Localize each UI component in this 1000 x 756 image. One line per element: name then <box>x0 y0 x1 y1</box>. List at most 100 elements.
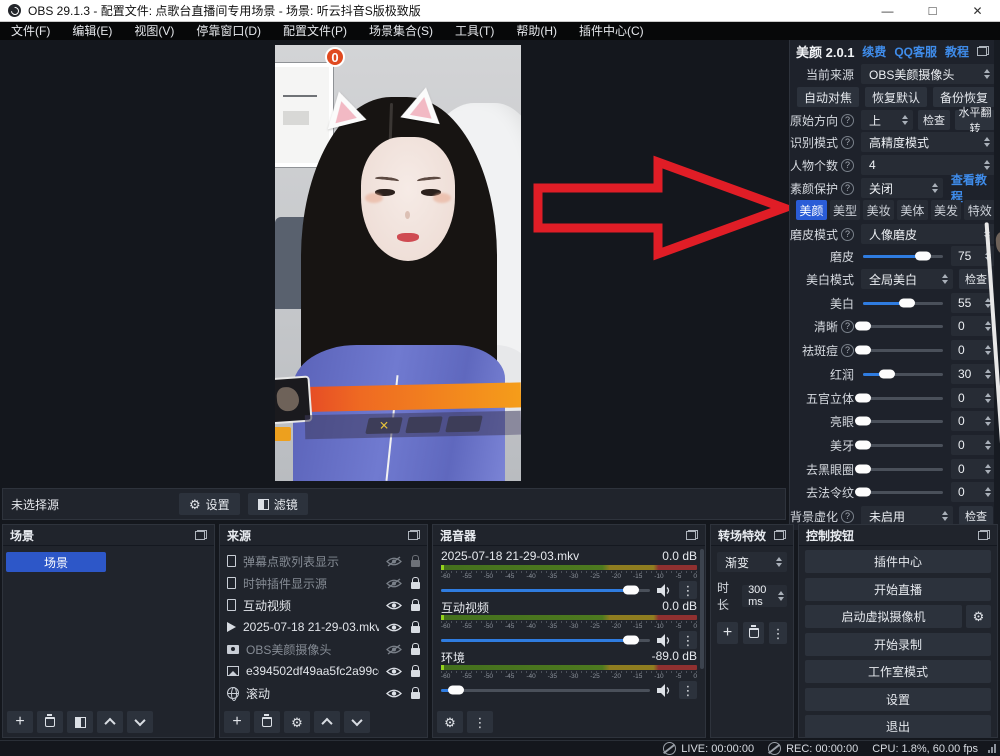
restore-defaults-button[interactable]: 恢复默认 <box>865 87 927 107</box>
menu-docks[interactable]: 停靠窗口(D) <box>185 22 272 40</box>
mixer-options-button[interactable]: ⋮ <box>467 711 493 733</box>
menu-help[interactable]: 帮助(H) <box>505 22 568 40</box>
eye-hidden-icon[interactable] <box>386 578 402 589</box>
autofocus-button[interactable]: 自动对焦 <box>797 87 859 107</box>
studio-mode-button[interactable]: 工作室模式 <box>805 660 991 683</box>
channel-options-button[interactable]: ⋮ <box>679 631 697 649</box>
source-properties-button[interactable]: ⚙ 设置 <box>179 493 240 515</box>
qq-support-link[interactable]: QQ客服 <box>894 43 937 60</box>
source-row[interactable]: 互动视频 <box>220 594 427 616</box>
popout-icon[interactable] <box>195 530 207 540</box>
add-transition-button[interactable]: + <box>717 622 738 644</box>
settings-button[interactable]: 设置 <box>805 688 991 711</box>
exit-button[interactable]: 退出 <box>805 715 991 738</box>
beauty-scrollbar[interactable] <box>994 40 1000 530</box>
clarity-spinbox[interactable]: 0 <box>951 316 995 336</box>
menu-file[interactable]: 文件(F) <box>0 22 61 40</box>
orientation-select[interactable]: 上 <box>861 110 913 130</box>
help-icon[interactable]: ? <box>841 136 854 149</box>
popout-icon[interactable] <box>977 46 989 56</box>
help-icon[interactable]: ? <box>841 510 854 523</box>
duration-spinner[interactable]: 300 ms <box>742 585 787 607</box>
scene-move-up-button[interactable] <box>97 711 123 733</box>
popout-icon[interactable] <box>408 530 420 540</box>
speaker-icon[interactable] <box>657 634 672 647</box>
transition-select[interactable]: 渐变 <box>717 552 787 572</box>
source-move-up-button[interactable] <box>314 711 340 733</box>
volume-slider[interactable] <box>441 689 650 692</box>
help-icon[interactable]: ? <box>841 114 854 127</box>
blemish-slider[interactable] <box>863 349 943 352</box>
source-row[interactable]: 2025-07-18 21-29-03.mkv <box>220 616 427 638</box>
start-virtual-camera-button[interactable]: 启动虚拟摄像机 <box>805 605 962 628</box>
help-icon[interactable]: ? <box>841 344 854 357</box>
rosy-spinbox[interactable]: 30 <box>951 364 995 384</box>
lock-icon[interactable] <box>411 626 420 633</box>
smooth-slider[interactable] <box>863 255 943 258</box>
plugin-center-button[interactable]: 插件中心 <box>805 550 991 573</box>
lock-icon[interactable] <box>411 604 420 611</box>
tab-body[interactable]: 美体 <box>897 200 928 220</box>
teeth-spinbox[interactable]: 0 <box>951 435 995 455</box>
help-icon[interactable]: ? <box>841 320 854 333</box>
tab-makeup[interactable]: 美妆 <box>863 200 894 220</box>
menu-plugin-center[interactable]: 插件中心(C) <box>568 22 655 40</box>
dark-circles-slider[interactable] <box>863 468 943 471</box>
menu-view[interactable]: 视图(V) <box>123 22 185 40</box>
eye-visible-icon[interactable] <box>386 688 402 699</box>
bright-eyes-slider[interactable] <box>863 420 943 423</box>
transition-options-button[interactable]: ⋮ <box>769 622 787 644</box>
smile-lines-slider[interactable] <box>863 491 943 494</box>
preview-video[interactable]: 0 ✕ <box>275 45 521 481</box>
source-move-down-button[interactable] <box>344 711 370 733</box>
eye-visible-icon[interactable] <box>386 622 402 633</box>
tab-effects[interactable]: 特效 <box>964 200 995 220</box>
popout-icon[interactable] <box>686 530 698 540</box>
add-scene-button[interactable]: + <box>7 711 33 733</box>
volume-slider[interactable] <box>441 589 650 592</box>
source-row[interactable]: 弹幕点歌列表显示 <box>220 550 427 572</box>
menu-profile[interactable]: 配置文件(P) <box>272 22 358 40</box>
eye-hidden-icon[interactable] <box>386 644 402 655</box>
start-streaming-button[interactable]: 开始直播 <box>805 578 991 601</box>
recognition-mode-select[interactable]: 高精度模式 <box>861 132 995 152</box>
bg-blur-select[interactable]: 未启用 <box>861 506 953 526</box>
lock-icon[interactable] <box>411 648 420 655</box>
bright-eyes-spinbox[interactable]: 0 <box>951 411 995 431</box>
speaker-icon[interactable] <box>657 684 672 697</box>
smooth-mode-select[interactable]: 人像磨皮 <box>861 224 995 244</box>
remove-source-button[interactable] <box>254 711 280 733</box>
rosy-slider[interactable] <box>863 373 943 376</box>
orientation-check-button[interactable]: 检查 <box>918 110 950 130</box>
close-button[interactable]: ✕ <box>955 0 1000 21</box>
menu-scene-collection[interactable]: 场景集合(S) <box>358 22 444 40</box>
source-row[interactable]: e394502df49aa5fc2a99cd2e7c <box>220 660 427 682</box>
virtual-camera-settings-button[interactable]: ⚙ <box>966 605 991 628</box>
horizontal-flip-button[interactable]: 水平翻转 <box>955 110 995 130</box>
source-properties-button[interactable]: ⚙ <box>284 711 310 733</box>
channel-options-button[interactable]: ⋮ <box>679 581 697 599</box>
contour-slider[interactable] <box>863 397 943 400</box>
advanced-audio-button[interactable]: ⚙ <box>437 711 463 733</box>
tutorial-link[interactable]: 教程 <box>945 43 969 60</box>
teeth-slider[interactable] <box>863 444 943 447</box>
whiten-slider[interactable] <box>863 302 943 305</box>
minimize-button[interactable]: — <box>865 0 910 21</box>
bg-blur-check-button[interactable]: 检查 <box>959 506 993 526</box>
start-recording-button[interactable]: 开始录制 <box>805 633 991 656</box>
menu-edit[interactable]: 编辑(E) <box>61 22 123 40</box>
menu-tools[interactable]: 工具(T) <box>444 22 505 40</box>
dark-circles-spinbox[interactable]: 0 <box>951 459 995 479</box>
popout-icon[interactable] <box>774 530 786 540</box>
eye-hidden-icon[interactable] <box>386 556 402 567</box>
tab-beauty[interactable]: 美颜 <box>796 200 827 220</box>
eye-visible-icon[interactable] <box>386 600 402 611</box>
volume-slider[interactable] <box>441 639 650 642</box>
scene-list-item[interactable]: 场景 <box>6 552 106 572</box>
lock-icon[interactable] <box>411 582 420 589</box>
tab-reshape[interactable]: 美型 <box>830 200 861 220</box>
makeup-protect-select[interactable]: 关闭 <box>861 178 943 198</box>
whiten-spinbox[interactable]: 55 <box>951 293 995 313</box>
mixer-scrollbar[interactable] <box>700 549 704 669</box>
contour-spinbox[interactable]: 0 <box>951 388 995 408</box>
